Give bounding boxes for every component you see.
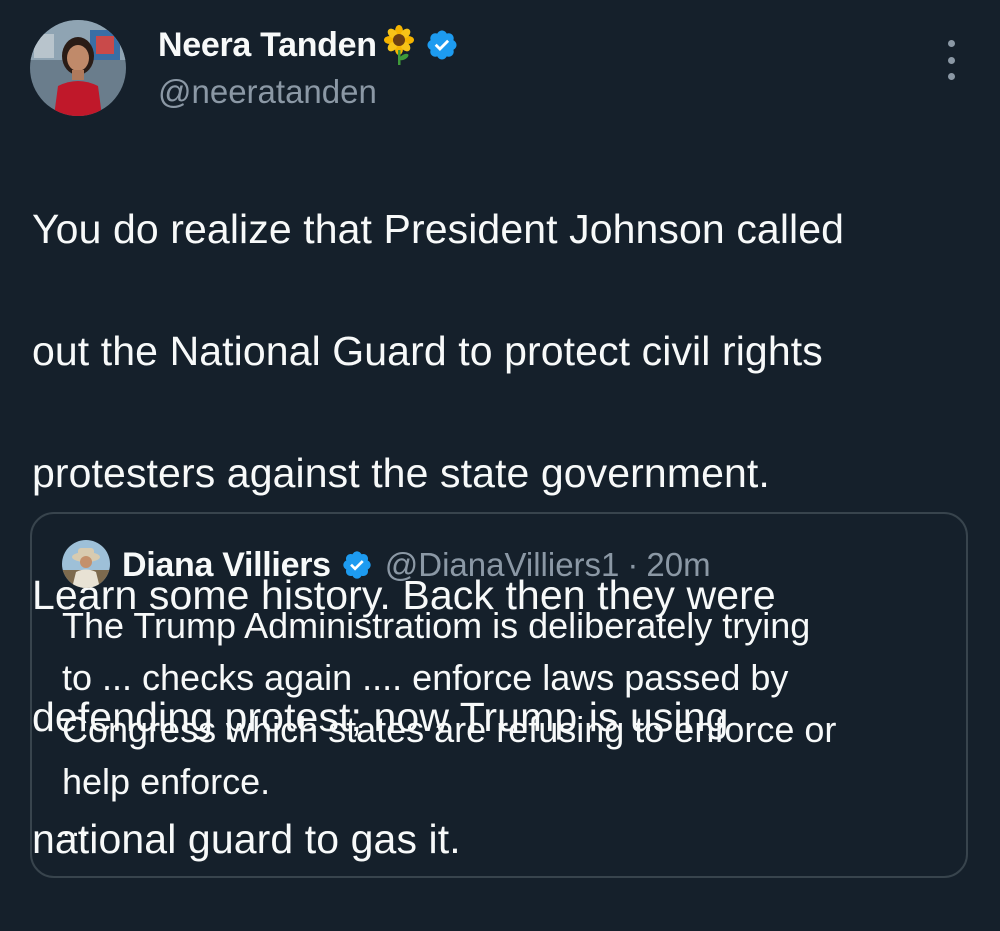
tweet-text-line: You do realize that President Johnson ca… [32,206,845,252]
tweet-text-line: protesters against the state government. [32,450,770,496]
author-name[interactable]: Neera Tanden [158,24,377,66]
tweet-text-line: out the National Guard to protect civil … [32,328,823,374]
quoted-tweet-text: The Trump Administratiom is deliberately… [62,600,952,808]
sunflower-icon [383,25,415,65]
more-dot [947,40,955,47]
verified-badge-icon [341,549,373,581]
author-handle[interactable]: @neeratanden [158,72,377,112]
quoted-author-name: Diana Villiers [122,545,331,584]
quoted-text-line: help enforce. [62,761,271,802]
quoted-text-line: The Trump Administratiom is deliberately… [62,605,811,646]
more-vertical-icon[interactable] [940,40,962,80]
separator-dot: · [627,546,639,583]
author-avatar[interactable] [30,20,126,116]
quoted-author-handle: @DianaVilliers1 [384,546,620,583]
quoted-timestamp: 20m [646,546,711,583]
quoted-header: Diana Villiers @DianaVilliers1 · 20m [122,542,711,588]
more-dot [947,73,955,80]
tweet-card: Neera Tanden @neeratanden You do realize… [0,0,1000,897]
quoted-tweet[interactable]: Diana Villiers @DianaVilliers1 · 20m The… [30,512,968,878]
verified-badge-icon [425,28,459,62]
more-dot [947,56,955,64]
quoted-author-avatar [62,540,110,588]
quoted-text-line: Congress which states are refusing to en… [62,709,837,750]
quoted-show-more[interactable]: ... [62,810,90,844]
author-name-row: Neera Tanden [158,22,459,68]
quoted-text-line: to ... checks again .... enforce laws pa… [62,657,789,698]
